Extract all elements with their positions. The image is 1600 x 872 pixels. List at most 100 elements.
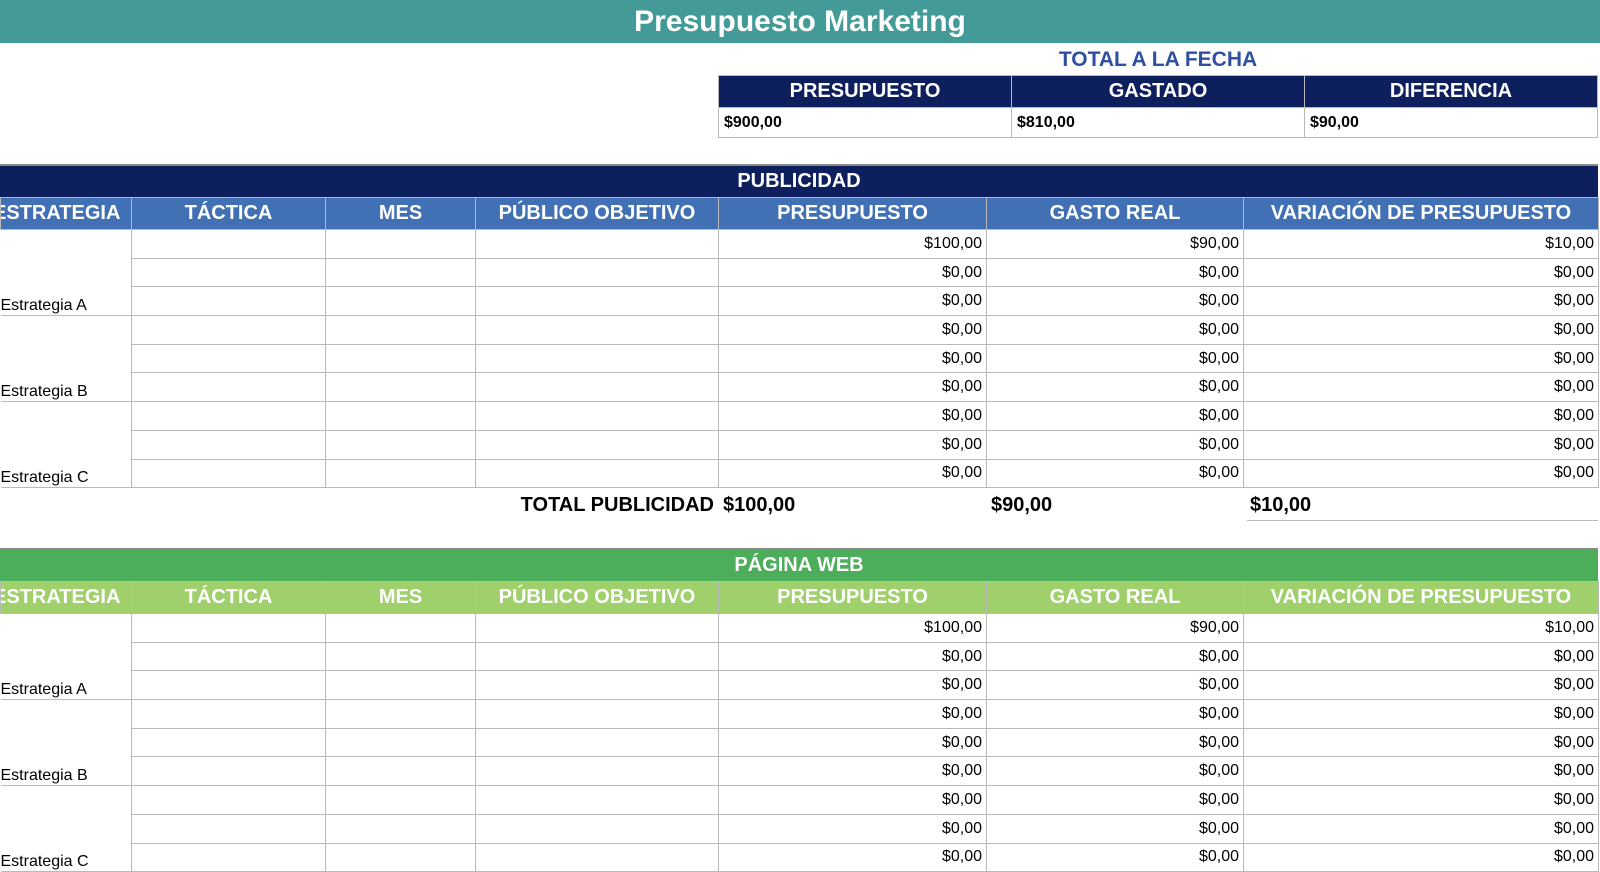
spent-cell[interactable]: $0,00 — [986, 315, 1244, 345]
spent-cell[interactable]: $0,00 — [986, 458, 1244, 489]
budget-cell[interactable]: $0,00 — [718, 670, 987, 701]
budget-cell[interactable]: $0,00 — [718, 756, 987, 787]
tactic-cell[interactable] — [131, 641, 326, 672]
tactic-cell[interactable] — [131, 286, 326, 317]
spent-cell[interactable]: $0,00 — [986, 785, 1244, 815]
tactic-cell[interactable] — [131, 727, 326, 758]
budget-cell[interactable]: $0,00 — [718, 727, 987, 758]
budget-cell[interactable]: $0,00 — [718, 343, 987, 374]
month-cell[interactable] — [325, 785, 476, 815]
audience-cell[interactable] — [475, 343, 719, 374]
variance-cell[interactable]: $0,00 — [1243, 343, 1599, 374]
tactic-cell[interactable] — [131, 372, 326, 403]
total-spent[interactable]: $90,00 — [991, 489, 1052, 521]
audience-cell[interactable] — [475, 756, 719, 787]
budget-cell[interactable]: $0,00 — [718, 641, 987, 672]
audience-cell[interactable] — [475, 813, 719, 844]
spent-cell[interactable]: $0,00 — [986, 429, 1244, 460]
spent-cell[interactable]: $0,00 — [986, 286, 1244, 317]
tactic-cell[interactable] — [131, 670, 326, 701]
audience-cell[interactable] — [475, 785, 719, 815]
tactic-cell[interactable] — [131, 458, 326, 489]
tactic-cell[interactable] — [131, 229, 326, 259]
spent-cell[interactable]: $0,00 — [986, 343, 1244, 374]
spent-cell[interactable]: $90,00 — [986, 229, 1244, 259]
month-cell[interactable] — [325, 401, 476, 431]
spent-cell[interactable]: $0,00 — [986, 842, 1244, 872]
variance-cell[interactable]: $0,00 — [1243, 458, 1599, 489]
variance-cell[interactable]: $0,00 — [1243, 699, 1599, 729]
spent-cell[interactable]: $0,00 — [986, 401, 1244, 431]
month-cell[interactable] — [325, 429, 476, 460]
variance-cell[interactable]: $0,00 — [1243, 727, 1599, 758]
budget-cell[interactable]: $0,00 — [718, 458, 987, 489]
strategy-cell[interactable]: Estrategia B — [0, 372, 132, 403]
tactic-cell[interactable] — [131, 257, 326, 288]
budget-cell[interactable]: $100,00 — [718, 229, 987, 259]
tactic-cell[interactable] — [131, 756, 326, 787]
spent-cell[interactable]: $0,00 — [986, 670, 1244, 701]
audience-cell[interactable] — [475, 315, 719, 345]
audience-cell[interactable] — [475, 401, 719, 431]
totals-value-budget[interactable]: $900,00 — [718, 107, 1012, 138]
audience-cell[interactable] — [475, 286, 719, 317]
tactic-cell[interactable] — [131, 343, 326, 374]
budget-cell[interactable]: $0,00 — [718, 785, 987, 815]
variance-cell[interactable]: $0,00 — [1243, 429, 1599, 460]
spent-cell[interactable]: $0,00 — [986, 813, 1244, 844]
audience-cell[interactable] — [475, 613, 719, 643]
budget-cell[interactable]: $0,00 — [718, 699, 987, 729]
total-budget[interactable]: $100,00 — [723, 489, 795, 521]
tactic-cell[interactable] — [131, 842, 326, 872]
budget-cell[interactable]: $100,00 — [718, 613, 987, 643]
month-cell[interactable] — [325, 727, 476, 758]
audience-cell[interactable] — [475, 229, 719, 259]
tactic-cell[interactable] — [131, 429, 326, 460]
month-cell[interactable] — [325, 372, 476, 403]
month-cell[interactable] — [325, 613, 476, 643]
audience-cell[interactable] — [475, 842, 719, 872]
budget-cell[interactable]: $0,00 — [718, 401, 987, 431]
month-cell[interactable] — [325, 315, 476, 345]
month-cell[interactable] — [325, 229, 476, 259]
month-cell[interactable] — [325, 458, 476, 489]
budget-cell[interactable]: $0,00 — [718, 429, 987, 460]
variance-cell[interactable]: $10,00 — [1243, 613, 1599, 643]
variance-cell[interactable]: $0,00 — [1243, 315, 1599, 345]
variance-cell[interactable]: $10,00 — [1243, 229, 1599, 259]
variance-cell[interactable]: $0,00 — [1243, 286, 1599, 317]
month-cell[interactable] — [325, 343, 476, 374]
total-variance[interactable]: $10,00 — [1250, 489, 1311, 521]
spent-cell[interactable]: $90,00 — [986, 613, 1244, 643]
audience-cell[interactable] — [475, 641, 719, 672]
tactic-cell[interactable] — [131, 613, 326, 643]
strategy-cell[interactable]: Estrategia A — [0, 286, 132, 317]
variance-cell[interactable]: $0,00 — [1243, 756, 1599, 787]
spent-cell[interactable]: $0,00 — [986, 641, 1244, 672]
budget-cell[interactable]: $0,00 — [718, 842, 987, 872]
variance-cell[interactable]: $0,00 — [1243, 842, 1599, 872]
budget-cell[interactable]: $0,00 — [718, 257, 987, 288]
audience-cell[interactable] — [475, 257, 719, 288]
strategy-cell[interactable]: Estrategia A — [0, 670, 132, 701]
variance-cell[interactable]: $0,00 — [1243, 641, 1599, 672]
month-cell[interactable] — [325, 813, 476, 844]
audience-cell[interactable] — [475, 429, 719, 460]
audience-cell[interactable] — [475, 372, 719, 403]
variance-cell[interactable]: $0,00 — [1243, 670, 1599, 701]
tactic-cell[interactable] — [131, 699, 326, 729]
tactic-cell[interactable] — [131, 785, 326, 815]
audience-cell[interactable] — [475, 458, 719, 489]
spent-cell[interactable]: $0,00 — [986, 257, 1244, 288]
month-cell[interactable] — [325, 641, 476, 672]
month-cell[interactable] — [325, 699, 476, 729]
variance-cell[interactable]: $0,00 — [1243, 257, 1599, 288]
tactic-cell[interactable] — [131, 315, 326, 345]
strategy-cell[interactable]: Estrategia C — [0, 843, 132, 872]
totals-value-spent[interactable]: $810,00 — [1011, 107, 1305, 138]
month-cell[interactable] — [325, 257, 476, 288]
audience-cell[interactable] — [475, 727, 719, 758]
spent-cell[interactable]: $0,00 — [986, 699, 1244, 729]
budget-cell[interactable]: $0,00 — [718, 315, 987, 345]
audience-cell[interactable] — [475, 670, 719, 701]
